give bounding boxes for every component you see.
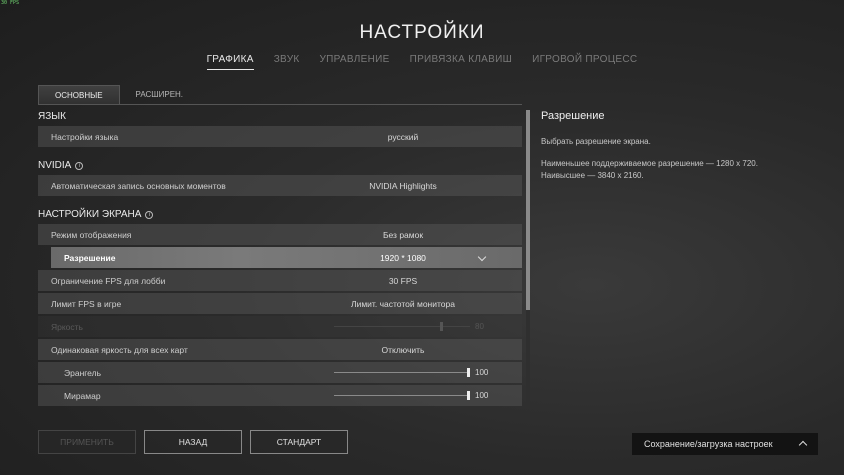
setting-brightness: Яркость 80 — [38, 316, 522, 337]
section-nvidia-title: NVIDIA i — [38, 157, 522, 175]
setting-display-mode[interactable]: Режим отображения Без рамок — [38, 224, 522, 245]
setting-label: Разрешение — [64, 252, 116, 263]
slider-handle[interactable] — [467, 391, 470, 400]
section-title: NVIDIA — [38, 160, 72, 171]
action-buttons: ПРИМЕНИТЬ НАЗАД СТАНДАРТ — [38, 430, 348, 454]
resolution-dropdown[interactable]: 1920 * 1080 — [328, 253, 478, 263]
sub-tabs: ОСНОВНЫЕ РАСШИРЕН. — [38, 85, 199, 105]
setting-label: Лимит FPS в игре — [51, 298, 122, 309]
setting-nvidia-highlights[interactable]: Автоматическая запись основных моментов … — [38, 175, 522, 196]
setting-label: Эрангель — [64, 367, 102, 378]
setting-miramar-brightness[interactable]: Мирамар 100 — [38, 385, 522, 406]
slider-value: 100 — [475, 368, 489, 377]
setting-value: русский — [387, 131, 419, 142]
section-title: НАСТРОЙКИ ЭКРАНА — [38, 209, 142, 220]
subtab-basic[interactable]: ОСНОВНЫЕ — [38, 85, 120, 105]
apply-button[interactable]: ПРИМЕНИТЬ — [38, 430, 136, 454]
back-button[interactable]: НАЗАД — [144, 430, 242, 454]
setting-same-brightness[interactable]: Одинаковая яркость для всех карт Отключи… — [38, 339, 522, 360]
fps-counter: 30 FPS — [1, 0, 20, 6]
default-button[interactable]: СТАНДАРТ — [250, 430, 348, 454]
description-text: Наименьшее поддерживаемое разрешение — 1… — [541, 159, 758, 168]
settings-list: ЯЗЫК Настройки языка русский NVIDIA i Ав… — [38, 108, 522, 408]
section-screen-title: НАСТРОЙКИ ЭКРАНА i — [38, 206, 522, 224]
setting-label: Автоматическая запись основных моментов — [51, 180, 226, 191]
chevron-down-icon[interactable] — [477, 252, 487, 262]
section-language-title: ЯЗЫК — [38, 108, 522, 126]
description-text: Наивысшее — 3840 x 2160. — [541, 171, 644, 180]
slider-handle — [440, 322, 444, 331]
slider-value: 80 — [475, 322, 484, 331]
erangel-slider[interactable] — [334, 368, 470, 377]
tab-keybindings[interactable]: ПРИВЯЗКА КЛАВИШ — [410, 54, 513, 70]
tab-controls[interactable]: УПРАВЛЕНИЕ — [319, 54, 389, 70]
setting-label: Мирамар — [64, 390, 101, 401]
setting-value: NVIDIA Highlights — [369, 180, 437, 191]
setting-label: Яркость — [51, 321, 83, 332]
slider-value: 100 — [475, 391, 489, 400]
info-icon[interactable]: i — [145, 211, 154, 219]
chevron-up-icon[interactable] — [798, 440, 808, 450]
tab-gameplay[interactable]: ИГРОВОЙ ПРОЦЕСС — [532, 54, 637, 70]
setting-resolution[interactable]: Разрешение 1920 * 1080 — [51, 247, 522, 268]
miramar-slider[interactable] — [334, 391, 470, 400]
brightness-slider — [334, 322, 470, 331]
tab-sound[interactable]: ЗВУК — [274, 54, 300, 70]
tab-graphics[interactable]: ГРАФИКА — [206, 54, 254, 70]
setting-label: Режим отображения — [51, 229, 132, 240]
subtab-advanced[interactable]: РАСШИРЕН. — [120, 85, 200, 105]
section-title: ЯЗЫК — [38, 111, 66, 122]
description-panel: Разрешение Выбрать разрешение экрана. На… — [541, 110, 801, 192]
description-text: Выбрать разрешение экрана. — [541, 137, 651, 146]
scrollbar-thumb[interactable] — [526, 110, 530, 310]
page-title: НАСТРОЙКИ — [359, 22, 485, 43]
setting-label: Ограничение FPS для лобби — [51, 275, 166, 286]
info-icon[interactable]: i — [75, 162, 84, 170]
setting-erangel-brightness[interactable]: Эрангель 100 — [38, 362, 522, 383]
setting-language[interactable]: Настройки языка русский — [38, 126, 522, 147]
setting-value: Без рамок — [382, 229, 424, 240]
setting-value: Лимит. частотой монитора — [351, 298, 455, 309]
setting-ingame-fps[interactable]: Лимит FPS в игре Лимит. частотой монитор… — [38, 293, 522, 314]
setting-value: 30 FPS — [388, 275, 418, 286]
setting-label: Настройки языка — [51, 131, 119, 142]
settings-scrollbar[interactable] — [526, 110, 530, 408]
slider-handle[interactable] — [467, 368, 470, 377]
save-load-settings[interactable]: Сохранение/загрузка настроек — [632, 433, 818, 455]
save-load-label: Сохранение/загрузка настроек — [644, 439, 773, 449]
subtab-divider — [38, 104, 522, 105]
description-heading: Разрешение — [541, 110, 605, 122]
setting-label: Одинаковая яркость для всех карт — [51, 344, 188, 355]
setting-value: Отключить — [381, 344, 425, 355]
setting-lobby-fps[interactable]: Ограничение FPS для лобби 30 FPS — [38, 270, 522, 291]
main-tabs: ГРАФИКА ЗВУК УПРАВЛЕНИЕ ПРИВЯЗКА КЛАВИШ … — [0, 54, 844, 70]
